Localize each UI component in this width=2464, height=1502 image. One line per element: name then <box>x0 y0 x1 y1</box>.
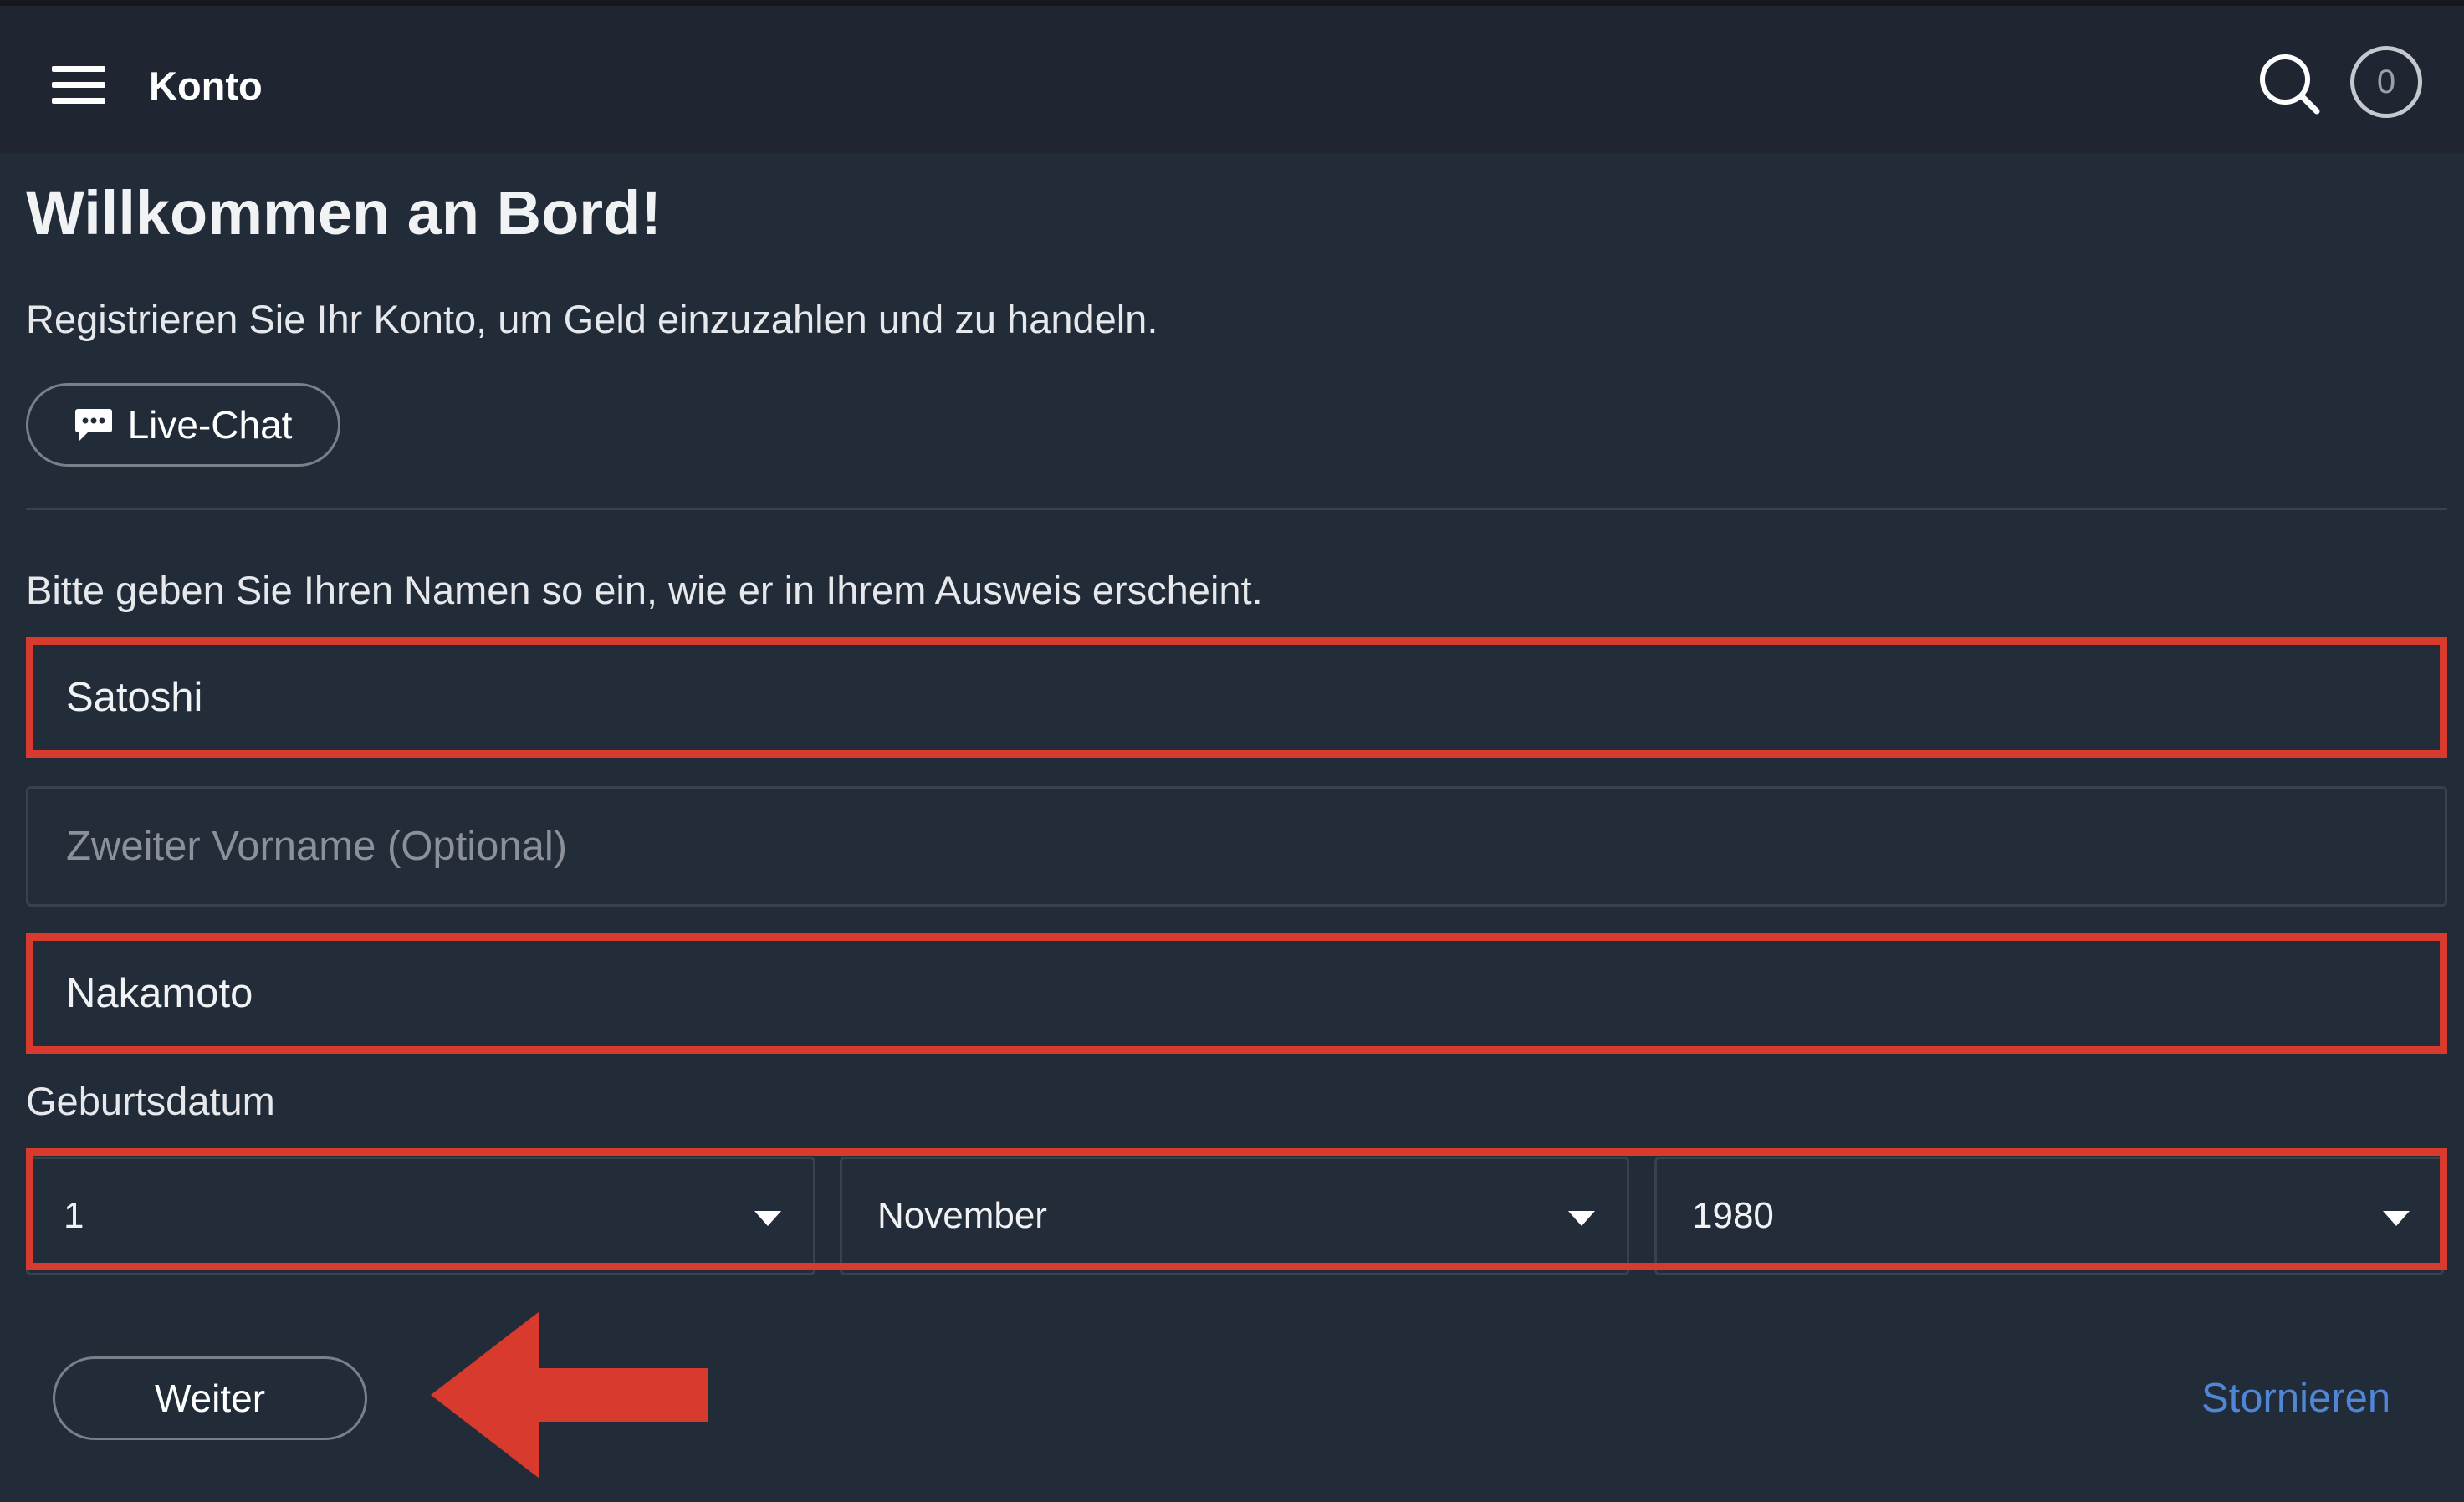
hamburger-menu-icon[interactable] <box>52 66 105 104</box>
first-name-input[interactable] <box>28 640 2445 755</box>
dob-month-value: November <box>877 1195 1047 1236</box>
dob-year-value: 1980 <box>1692 1195 1774 1236</box>
dob-day-value: 1 <box>64 1195 84 1236</box>
date-of-birth-label: Geburtsdatum <box>26 1079 275 1123</box>
last-name-input[interactable] <box>28 936 2445 1051</box>
dob-day-select[interactable]: 1 <box>26 1157 815 1275</box>
account-page: Konto 0 Willkommen an Bord! Registrieren… <box>0 0 2464 1502</box>
name-instruction: Bitte geben Sie Ihren Namen so ein, wie … <box>26 568 1263 612</box>
red-arrow-annotation-icon <box>431 1311 708 1479</box>
live-chat-button[interactable]: Live-Chat <box>26 383 340 467</box>
caret-down-icon <box>1568 1211 1595 1226</box>
next-button[interactable]: Weiter <box>53 1356 367 1440</box>
dob-year-select[interactable]: 1980 <box>1654 1157 2444 1275</box>
caret-down-icon <box>754 1211 781 1226</box>
dob-month-select[interactable]: November <box>840 1157 1629 1275</box>
first-name-field <box>26 637 2447 758</box>
page-subtitle: Registrieren Sie Ihr Konto, um Geld einz… <box>26 297 1158 341</box>
page-title: Willkommen an Bord! <box>26 178 662 248</box>
chat-bubble-icon <box>74 409 112 441</box>
app-header: Konto 0 <box>0 6 2464 153</box>
last-name-field <box>26 933 2447 1054</box>
caret-down-icon <box>2383 1211 2410 1226</box>
middle-name-input[interactable] <box>28 789 2445 904</box>
search-icon[interactable] <box>2258 53 2322 116</box>
notification-count-badge[interactable]: 0 <box>2350 46 2422 118</box>
live-chat-label: Live-Chat <box>127 403 293 447</box>
cancel-link[interactable]: Stornieren <box>2201 1373 2390 1423</box>
header-title: Konto <box>149 64 263 108</box>
window-top-strip <box>0 0 2464 6</box>
middle-name-field <box>26 786 2447 907</box>
section-divider <box>26 508 2447 510</box>
